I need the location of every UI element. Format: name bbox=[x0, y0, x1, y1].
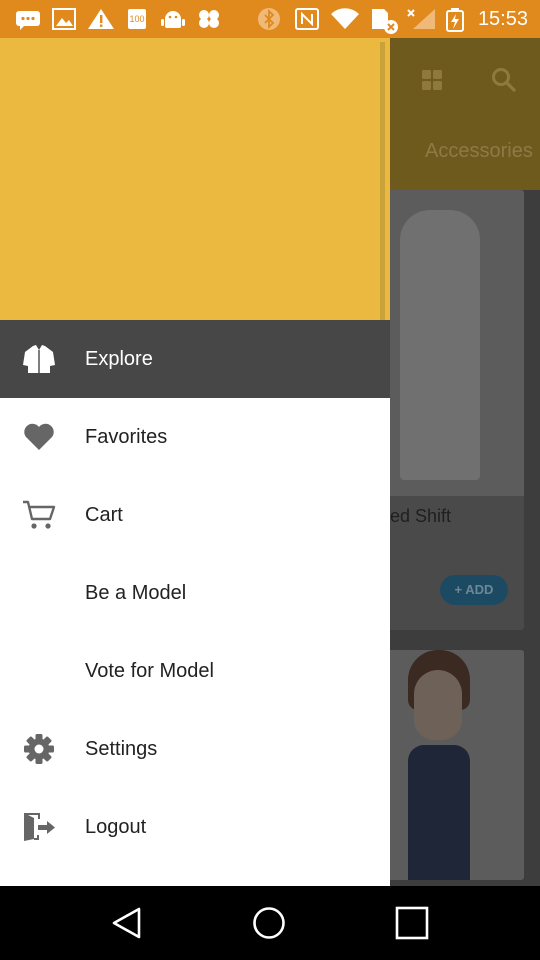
sim-blocked-icon bbox=[370, 8, 400, 34]
product-photo bbox=[380, 650, 524, 880]
image-icon bbox=[52, 8, 76, 30]
dropbox-icon bbox=[196, 8, 222, 30]
jacket-icon bbox=[22, 343, 56, 375]
status-bar: 100 15:53 bbox=[0, 0, 540, 38]
battery-100-text: 100 bbox=[129, 14, 145, 24]
drawer-item-label: Logout bbox=[85, 816, 147, 838]
drawer-item-label: Cart bbox=[85, 504, 123, 526]
navigation-drawer: Explore Favorites Cart Be a Model Vote f… bbox=[0, 38, 390, 886]
drawer-item-label: Favorites bbox=[85, 426, 168, 448]
logout-icon bbox=[22, 811, 56, 843]
warning-icon bbox=[87, 8, 115, 30]
recents-button[interactable] bbox=[395, 906, 429, 940]
drawer-item-explore[interactable]: Explore bbox=[0, 320, 390, 398]
drawer-item-logout[interactable]: Logout bbox=[0, 788, 390, 866]
product-card[interactable] bbox=[380, 650, 524, 880]
drawer-header bbox=[0, 38, 390, 320]
heart-icon bbox=[22, 421, 56, 453]
add-button[interactable]: + ADD bbox=[440, 575, 508, 605]
status-time: 15:53 bbox=[477, 8, 528, 30]
android-debug-icon bbox=[160, 8, 186, 30]
drawer-item-label: Explore bbox=[85, 348, 153, 370]
wifi-icon bbox=[330, 8, 360, 30]
bluetooth-icon bbox=[256, 8, 282, 30]
drawer-item-be-a-model[interactable]: Be a Model bbox=[0, 554, 390, 632]
drawer-item-settings[interactable]: Settings bbox=[0, 710, 390, 788]
grid-view-icon[interactable] bbox=[420, 68, 444, 97]
battery-100-icon: 100 bbox=[126, 8, 148, 30]
back-button[interactable] bbox=[110, 906, 144, 940]
message-icon bbox=[14, 8, 42, 30]
drawer-item-label: Settings bbox=[85, 738, 158, 760]
product-photo bbox=[380, 190, 524, 496]
drawer-item-label: Vote for Model bbox=[85, 660, 214, 682]
drawer-item-vote-for-model[interactable]: Vote for Model bbox=[0, 632, 390, 710]
battery-charging-icon bbox=[445, 8, 465, 32]
signal-icon bbox=[405, 8, 437, 30]
drawer-item-cart[interactable]: Cart bbox=[0, 476, 390, 554]
cart-icon bbox=[22, 499, 56, 531]
search-icon[interactable] bbox=[490, 66, 518, 99]
product-card[interactable]: ed Shift + ADD bbox=[380, 190, 524, 630]
face-figure bbox=[414, 670, 462, 740]
gear-icon bbox=[22, 733, 56, 765]
nfc-icon bbox=[294, 8, 320, 30]
home-button[interactable] bbox=[252, 906, 286, 940]
drawer-item-favorites[interactable]: Favorites bbox=[0, 398, 390, 476]
product-title: ed Shift bbox=[390, 506, 452, 526]
dress-figure bbox=[408, 745, 470, 880]
system-nav-bar bbox=[0, 886, 540, 960]
tab-accessories[interactable]: Accessories bbox=[425, 140, 533, 163]
drawer-item-label: Be a Model bbox=[85, 582, 187, 604]
dress-figure bbox=[400, 210, 480, 480]
